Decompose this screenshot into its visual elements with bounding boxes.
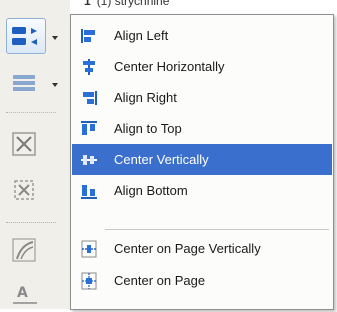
menu-item-center-horizontally[interactable]: Center Horizontally [72,51,332,82]
menu-item-center-on-page-vertically[interactable]: Center on Page Vertically [72,233,332,264]
menu-divider [105,229,329,230]
reaction-toolbar-button[interactable] [6,232,46,268]
menu-item-label: Center Vertically [114,152,209,167]
center-page-icon [81,272,97,290]
center-page-vertically-icon [81,240,97,258]
bracket-toolbar-button[interactable] [6,172,46,208]
align-dropdown-menu: Align Left Center Horizontally Align Rig… [70,14,334,310]
menu-item-align-bottom[interactable]: Align Bottom [72,175,332,206]
align-bottom-icon [81,185,97,199]
menu-item-label: Center on Page [114,273,206,288]
toolbar-divider [6,112,56,113]
menu-item-label: Align Bottom [114,183,188,198]
chevron-down-icon[interactable] [50,80,60,90]
left-toolbar: A [0,0,70,309]
align-top-icon [81,121,97,135]
align-toolbar-button[interactable] [6,18,46,54]
atom-toolbar-button[interactable]: A [6,274,46,310]
menu-item-label: Center on Page Vertically [114,241,261,256]
menu-item-label: Center Horizontally [114,59,225,74]
menu-item-center-vertically[interactable]: Center Vertically [72,144,332,175]
menu-item-label: Align Left [114,28,169,43]
menu-item-align-left[interactable]: Align Left [72,20,332,51]
flip-icon [12,132,36,156]
menu-item-align-right[interactable]: Align Right [72,82,332,113]
menu-item-label: Align to Top [114,121,182,136]
reaction-arrow-icon [12,238,36,262]
menu-item-align-to-top[interactable]: Align to Top [72,113,332,144]
structure-tree-label: 1 (1) strychnine [84,0,170,8]
grid-toolbar-button[interactable] [6,66,46,102]
grid-icon [13,75,35,91]
toolbar-divider [6,222,56,223]
menu-item-center-on-page[interactable]: Center on Page [72,265,332,296]
center-vertically-icon [81,155,97,165]
atom-icon: A [13,285,37,304]
align-right-icon [83,91,97,105]
chevron-down-icon[interactable] [50,33,60,43]
align-left-icon [81,29,95,43]
align-distribute-icon [12,27,37,45]
bracket-icon [14,180,34,200]
svg-text:A: A [17,285,28,301]
menu-item-label: Align Right [114,90,177,105]
center-horizontally-icon [83,59,95,75]
flip-toolbar-button[interactable] [6,126,46,162]
